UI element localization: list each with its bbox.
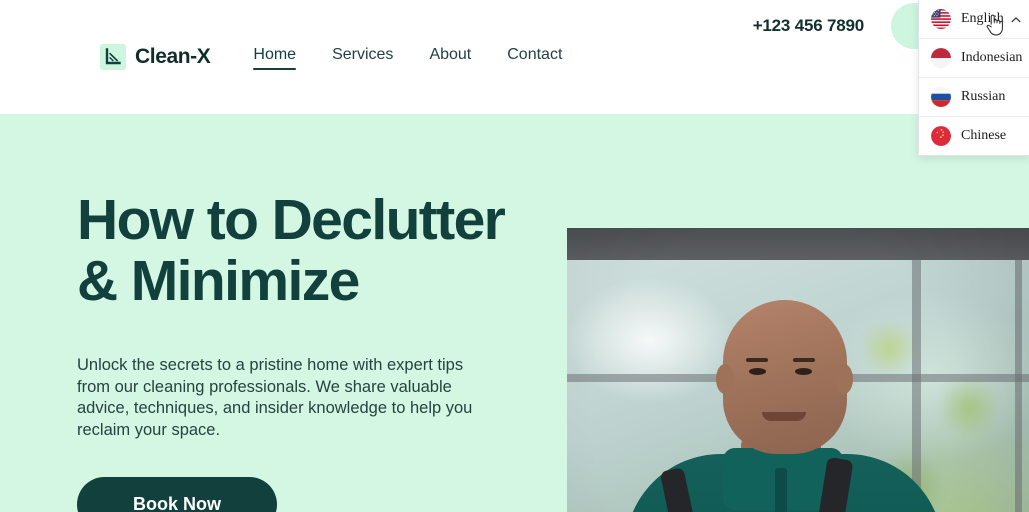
site-header: Clean-X Home Services About Contact +123… bbox=[0, 0, 1029, 114]
flag-russia-icon bbox=[931, 87, 951, 107]
phone-number[interactable]: +123 456 7890 bbox=[753, 16, 865, 36]
language-selector-dropdown[interactable]: English Indonesian Russian Chinese bbox=[918, 0, 1029, 156]
language-option-english[interactable]: English bbox=[919, 0, 1029, 38]
chevron-up-icon[interactable] bbox=[1010, 13, 1022, 25]
language-option-indonesian[interactable]: Indonesian bbox=[919, 38, 1029, 77]
landing-page: Clean-X Home Services About Contact +123… bbox=[0, 0, 1029, 512]
hero-subcopy: Unlock the secrets to a pristine home wi… bbox=[77, 356, 473, 439]
book-now-button[interactable]: Book Now bbox=[77, 477, 277, 512]
clean-x-logo-icon bbox=[100, 44, 126, 70]
flag-indonesia-icon bbox=[931, 48, 951, 68]
language-label-english: English bbox=[961, 11, 1004, 26]
hero-headline: How to Declutter & Minimize bbox=[77, 188, 506, 313]
language-option-russian[interactable]: Russian bbox=[919, 77, 1029, 116]
nav-item-contact[interactable]: Contact bbox=[507, 46, 562, 68]
hero-copy-block: How to Declutter & Minimize Unlock the s… bbox=[77, 190, 547, 512]
nav-item-about[interactable]: About bbox=[429, 46, 471, 68]
language-label-chinese: Chinese bbox=[961, 128, 1007, 143]
nav-item-home[interactable]: Home bbox=[253, 46, 296, 70]
image-vignette bbox=[567, 228, 1029, 512]
main-navigation: Home Services About Contact bbox=[253, 46, 562, 70]
hero-image bbox=[567, 228, 1029, 512]
hero-section: How to Declutter & Minimize Unlock the s… bbox=[0, 114, 1029, 512]
nav-item-services[interactable]: Services bbox=[332, 46, 393, 68]
flag-china-icon bbox=[931, 126, 951, 146]
language-label-russian: Russian bbox=[961, 89, 1006, 104]
language-option-chinese[interactable]: Chinese bbox=[919, 116, 1029, 155]
language-label-indonesian: Indonesian bbox=[961, 50, 1023, 65]
brand-logo[interactable]: Clean-X bbox=[100, 44, 211, 70]
brand-name: Clean-X bbox=[135, 45, 211, 68]
flag-usa-icon bbox=[931, 9, 951, 29]
